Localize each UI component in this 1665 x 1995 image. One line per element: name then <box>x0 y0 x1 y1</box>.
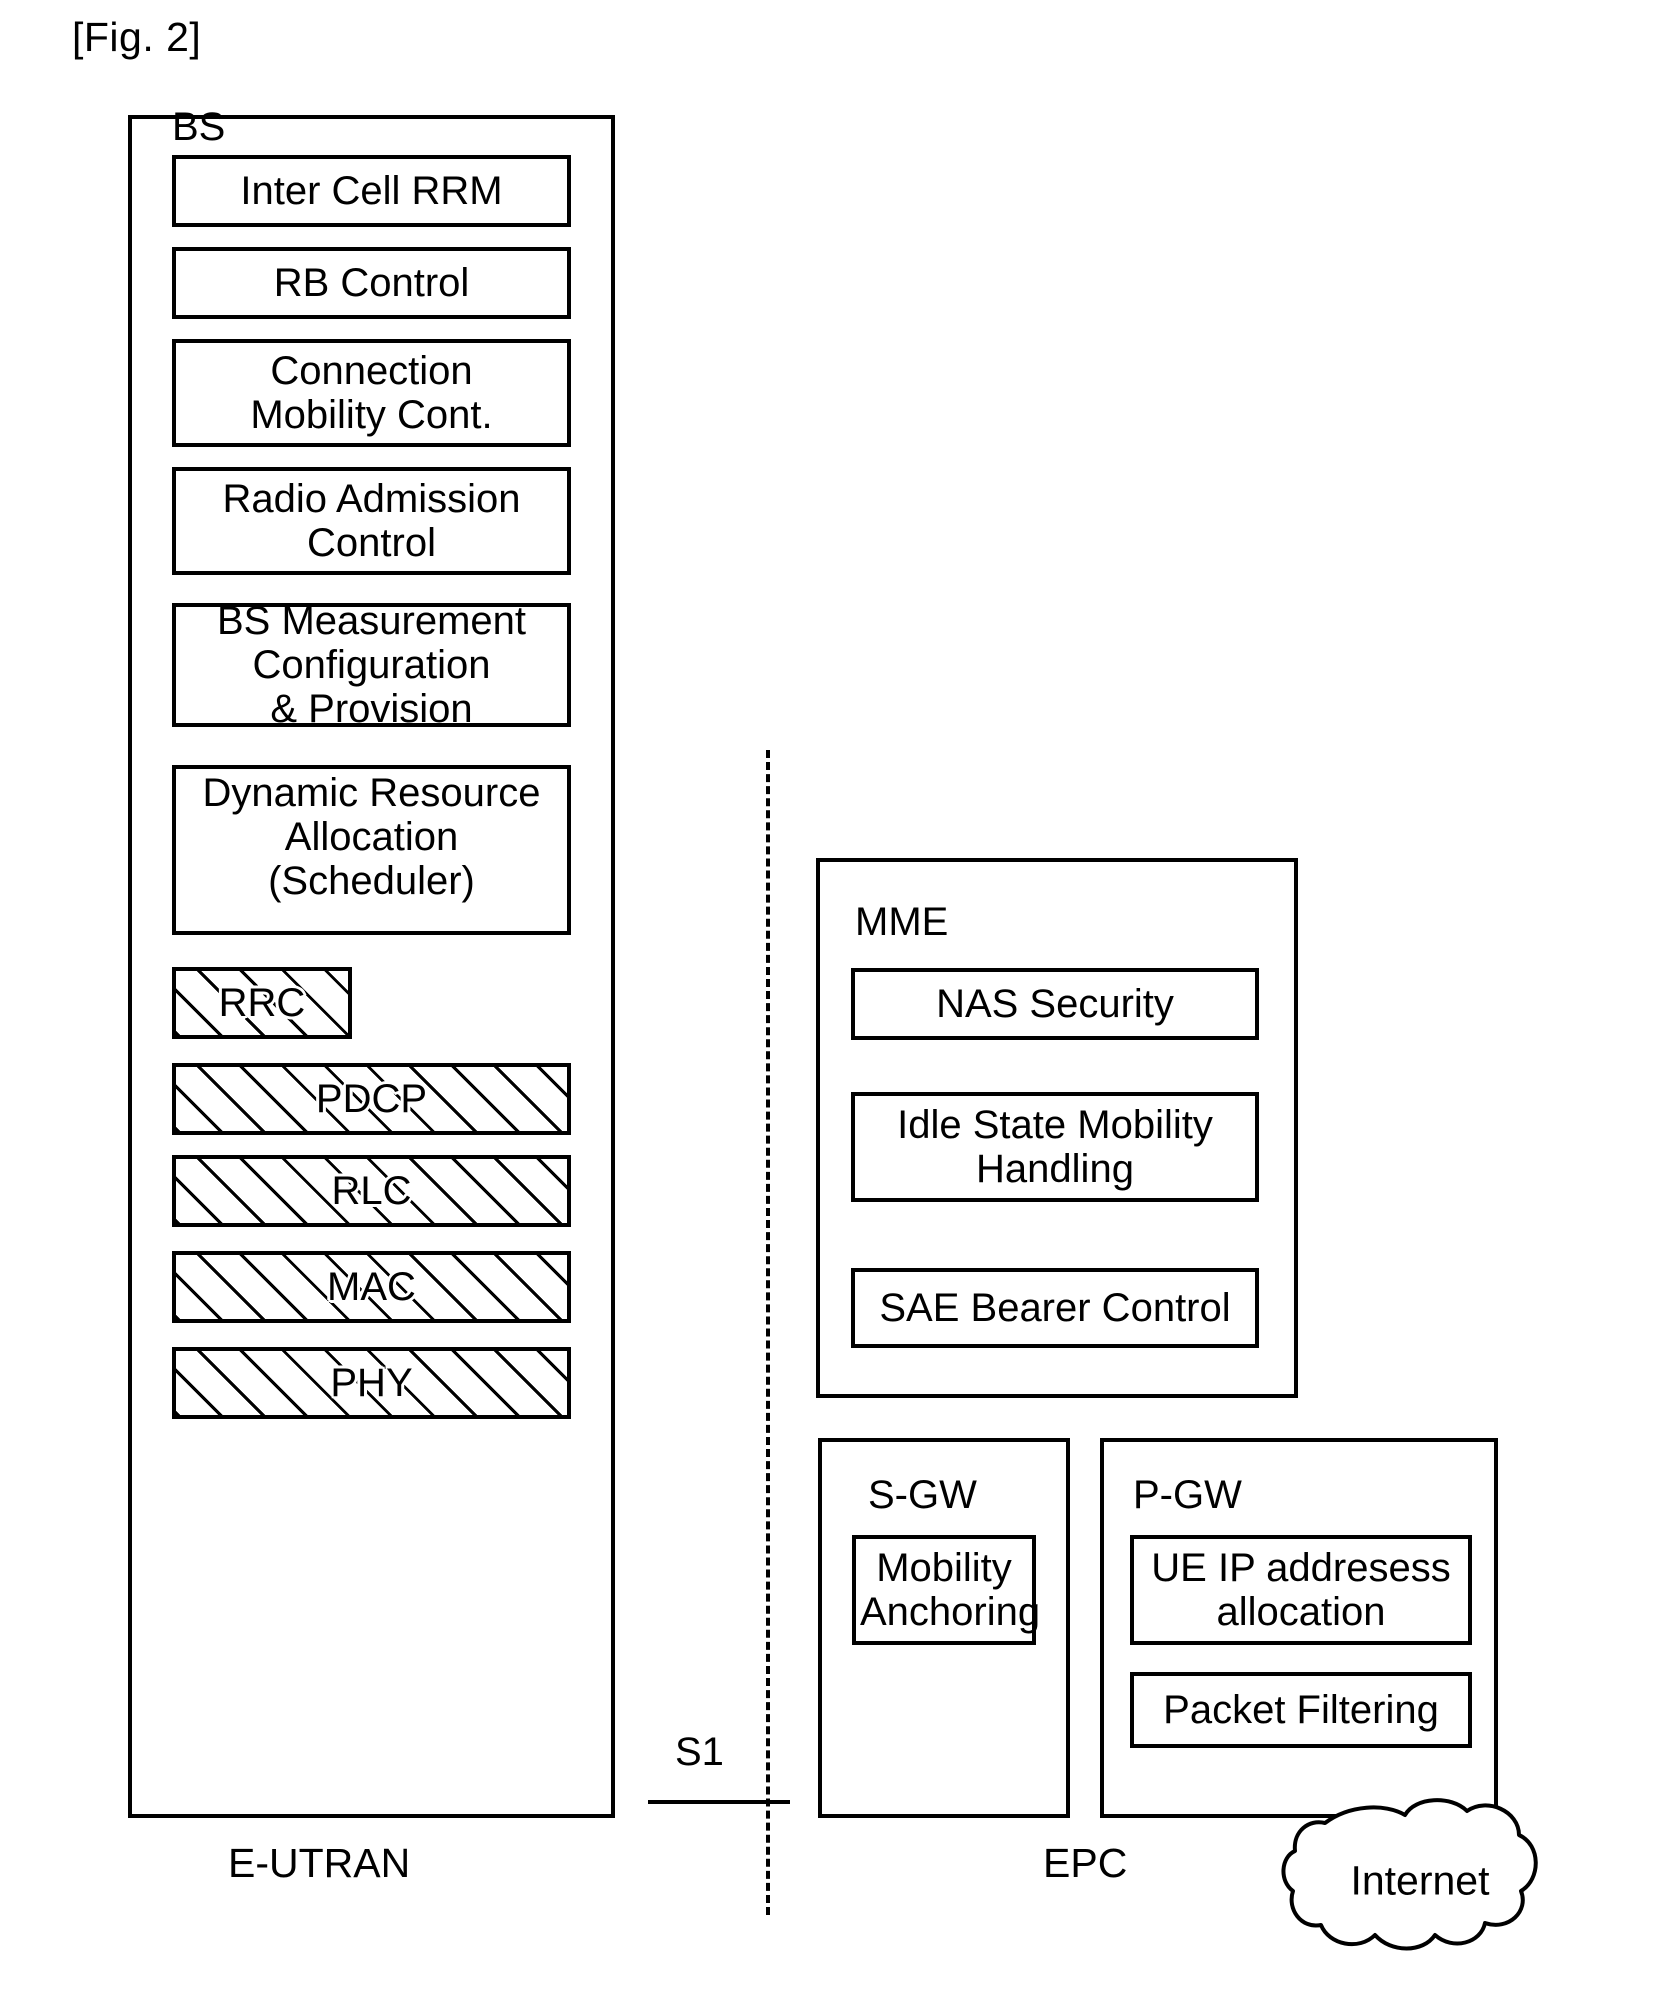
bs-function-label: BS Measurement Configuration & Provision <box>216 599 527 731</box>
mme-function-label: NAS Security <box>936 982 1174 1026</box>
eutran-caption-label: E-UTRAN <box>228 1840 411 1886</box>
mme-function-label: Idle State Mobility Handling <box>897 1103 1213 1191</box>
bs-protocol-layer-pdcp[interactable]: PDCP <box>172 1063 571 1135</box>
bs-function-label: RB Control <box>273 261 470 305</box>
mme-function-label: SAE Bearer Control <box>879 1286 1231 1330</box>
bs-protocol-layer-label: MAC <box>327 1265 416 1309</box>
bs-function-connection-mobility-cont[interactable]: Connection Mobility Cont. <box>172 339 571 447</box>
bs-protocol-layer-mac[interactable]: MAC <box>172 1251 571 1323</box>
bs-protocol-layer-rlc[interactable]: RLC <box>172 1155 571 1227</box>
pgw-function-label: UE IP addresess allocation <box>1151 1546 1451 1634</box>
sgw-function-mobility-anchoring[interactable]: Mobility Anchoring <box>852 1535 1041 1645</box>
pgw-function-packet-filtering[interactable]: Packet Filtering <box>1130 1672 1472 1748</box>
bs-function-label: Connection Mobility Cont. <box>250 349 493 437</box>
figure-canvas: [Fig. 2] BS Inter Cell RRM RB Control Co… <box>0 0 1665 1995</box>
mme-function-nas-security[interactable]: NAS Security <box>851 968 1259 1040</box>
bs-title-label: BS <box>172 105 226 149</box>
bs-function-label: Inter Cell RRM <box>240 169 503 213</box>
bs-function-inter-cell-rrm[interactable]: Inter Cell RRM <box>172 155 571 227</box>
pgw-title-label: P-GW <box>1133 1473 1242 1517</box>
internet-cloud[interactable]: Internet <box>1275 1795 1565 1960</box>
pgw-function-ue-ip-address-allocation[interactable]: UE IP addresess allocation <box>1130 1535 1472 1645</box>
bs-protocol-layer-label: PHY <box>330 1361 413 1405</box>
sgw-title-label: S-GW <box>868 1473 977 1517</box>
mme-title-label: MME <box>855 900 949 944</box>
pgw-function-label: Packet Filtering <box>1163 1688 1439 1732</box>
s1-interface-label: S1 <box>675 1730 724 1774</box>
internet-label: Internet <box>1350 1857 1490 1904</box>
bs-protocol-layer-label: RLC <box>331 1169 412 1213</box>
bs-function-label: Dynamic Resource Allocation (Scheduler) <box>202 771 541 904</box>
bs-protocol-layer-label: PDCP <box>315 1077 428 1121</box>
bs-function-rb-control[interactable]: RB Control <box>172 247 571 319</box>
mme-function-idle-state-mobility-handling[interactable]: Idle State Mobility Handling <box>851 1092 1259 1202</box>
bs-protocol-layer-label: RRC <box>218 981 306 1025</box>
s1-dashed-divider <box>766 750 770 1915</box>
bs-function-label: Radio Admission Control <box>222 477 521 565</box>
sgw-function-label: Mobility Anchoring <box>860 1546 1041 1634</box>
bs-protocol-layer-rrc[interactable]: RRC <box>172 967 352 1039</box>
bs-function-radio-admission-control[interactable]: Radio Admission Control <box>172 467 571 575</box>
s1-connection-line <box>648 1800 790 1804</box>
epc-caption-label: EPC <box>1043 1840 1128 1886</box>
bs-protocol-layer-phy[interactable]: PHY <box>172 1347 571 1419</box>
bs-function-dynamic-resource-allocation[interactable]: Dynamic Resource Allocation (Scheduler) <box>172 765 571 935</box>
bs-function-bs-measurement-configuration[interactable]: BS Measurement Configuration & Provision <box>172 599 571 731</box>
figure-number-label: [Fig. 2] <box>72 14 202 60</box>
mme-function-sae-bearer-control[interactable]: SAE Bearer Control <box>851 1268 1259 1348</box>
